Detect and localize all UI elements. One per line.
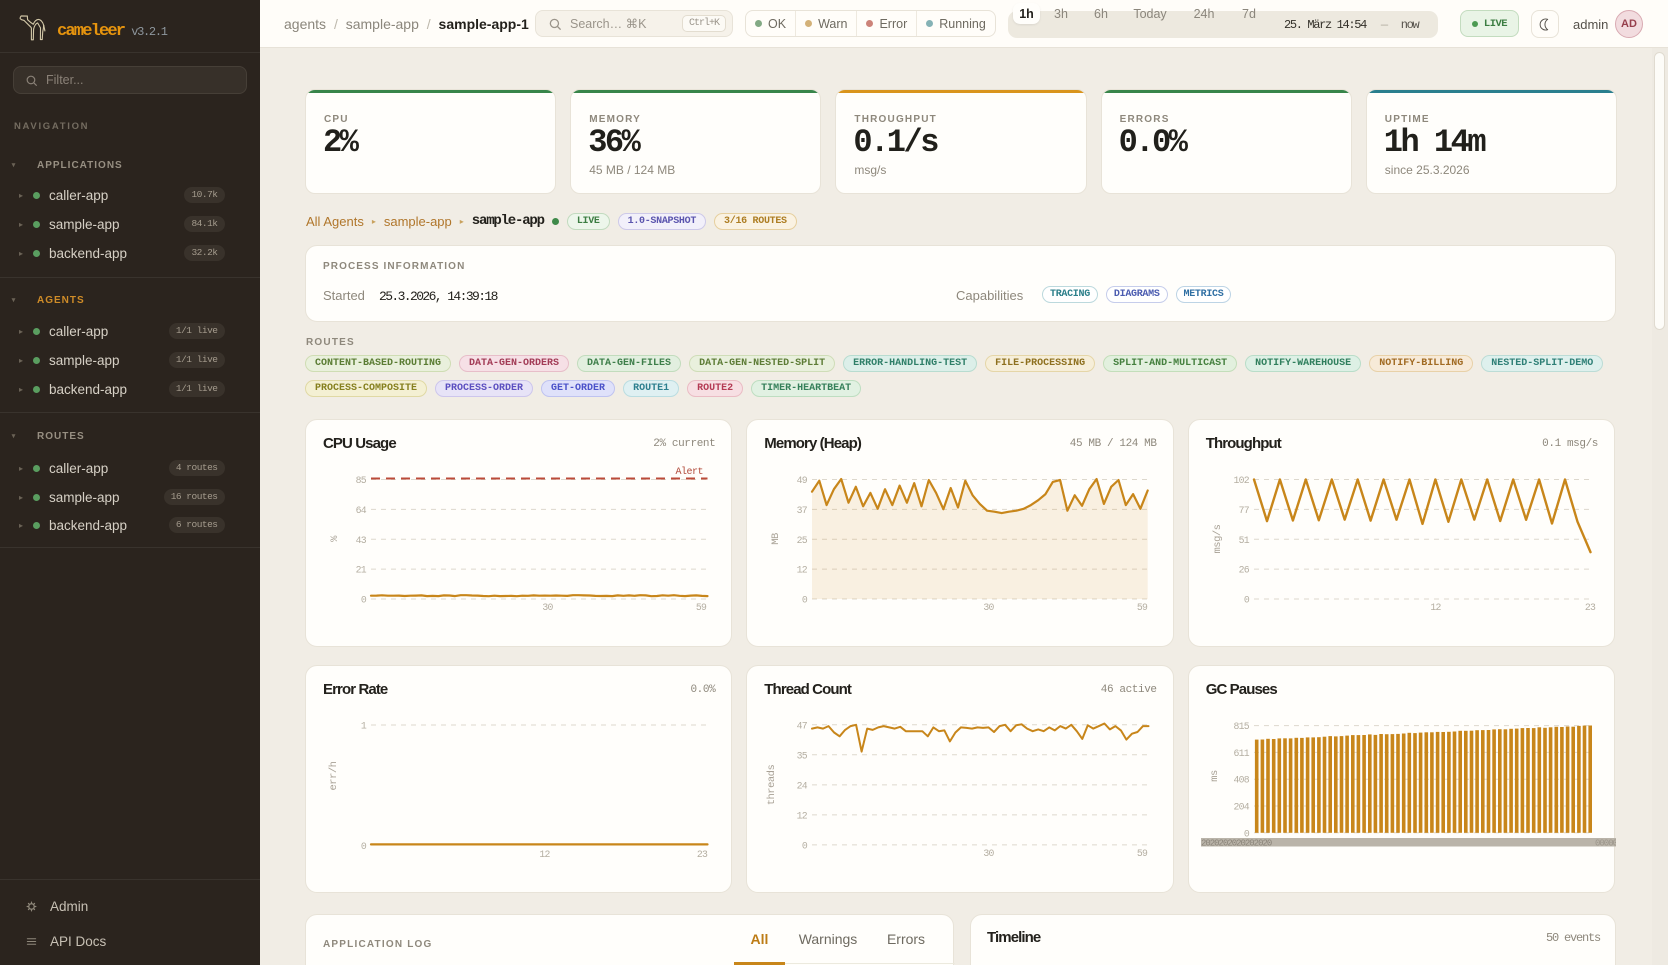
- svg-text:1: 1: [361, 721, 367, 732]
- svg-text:err/h: err/h: [328, 761, 340, 790]
- svg-text:64: 64: [356, 505, 367, 516]
- svg-text:408: 408: [1233, 775, 1249, 786]
- svg-text:%: %: [329, 535, 341, 542]
- svg-text:49: 49: [797, 475, 808, 486]
- svg-text:43: 43: [356, 535, 367, 546]
- svg-text:0: 0: [361, 841, 367, 852]
- svg-text:2020202020202020: 2020202020202020: [1201, 838, 1272, 848]
- svg-text:26: 26: [1238, 565, 1249, 576]
- svg-text:37: 37: [797, 505, 808, 516]
- svg-text:12: 12: [797, 565, 808, 576]
- svg-text:12: 12: [539, 849, 550, 860]
- svg-text:204: 204: [1233, 801, 1249, 812]
- svg-text:47: 47: [797, 720, 808, 731]
- svg-text:msg/s: msg/s: [1212, 524, 1224, 553]
- svg-text:Alert: Alert: [676, 466, 703, 477]
- svg-text:30: 30: [542, 602, 553, 613]
- svg-text:85: 85: [356, 475, 367, 486]
- svg-text:00000: 00000: [1595, 838, 1616, 848]
- svg-text:12: 12: [797, 810, 808, 821]
- svg-text:12: 12: [1430, 602, 1441, 613]
- svg-text:611: 611: [1233, 748, 1249, 759]
- svg-text:0: 0: [361, 594, 367, 605]
- svg-text:23: 23: [697, 849, 708, 860]
- svg-text:59: 59: [1137, 848, 1148, 859]
- svg-text:0: 0: [802, 594, 808, 605]
- svg-text:815: 815: [1233, 721, 1249, 732]
- svg-text:51: 51: [1238, 535, 1249, 546]
- svg-text:23: 23: [1585, 602, 1596, 613]
- svg-text:0: 0: [1244, 594, 1250, 605]
- svg-text:21: 21: [356, 565, 367, 576]
- svg-text:59: 59: [1137, 602, 1148, 613]
- svg-text:35: 35: [797, 750, 808, 761]
- svg-text:0: 0: [802, 840, 808, 851]
- svg-text:threads: threads: [766, 765, 778, 806]
- svg-text:25: 25: [797, 535, 808, 546]
- svg-text:77: 77: [1238, 505, 1249, 516]
- svg-text:30: 30: [984, 602, 995, 613]
- svg-text:102: 102: [1233, 475, 1249, 486]
- svg-text:MB: MB: [770, 533, 782, 545]
- svg-text:24: 24: [797, 780, 808, 791]
- svg-text:30: 30: [984, 848, 995, 859]
- svg-text:59: 59: [696, 602, 707, 613]
- svg-text:ms: ms: [1209, 770, 1221, 782]
